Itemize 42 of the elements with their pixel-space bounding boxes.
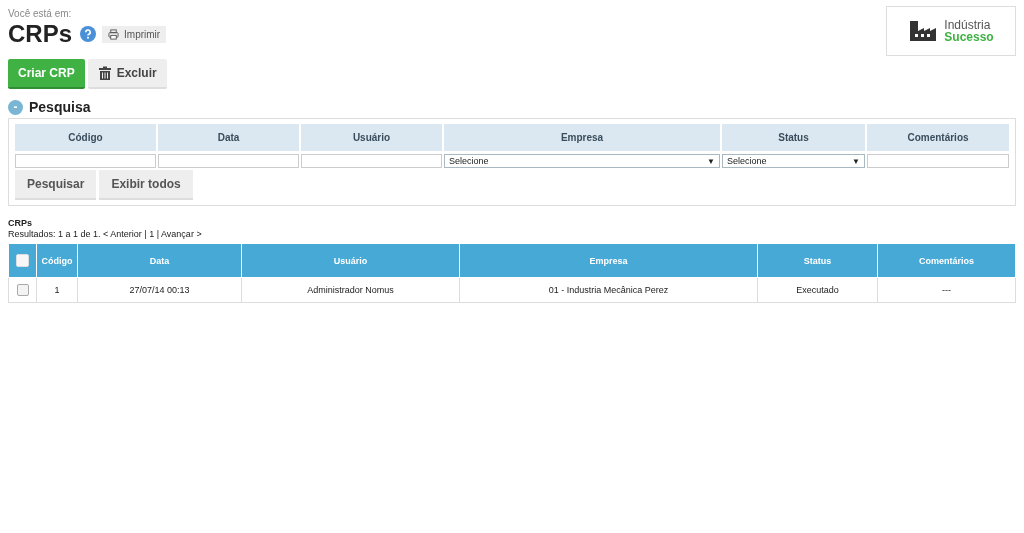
show-all-button[interactable]: Exibir todos [99, 170, 193, 200]
column-header: Código [15, 124, 156, 151]
column-header: Status [722, 124, 865, 151]
pagination-text: Resultados: 1 a 1 de 1. < Anterior | 1 | Avançar > [8, 229, 203, 239]
table-cell: --- [877, 277, 1016, 303]
column-header: Empresa [459, 244, 758, 278]
search-button[interactable]: Pesquisar [15, 170, 97, 200]
input-field[interactable] [867, 154, 1009, 168]
factory-icon [908, 19, 939, 43]
results-title: CRPs [8, 218, 33, 228]
table-cell: 01 - Industria Mecânica Perez [459, 277, 758, 303]
column-header: Comentários [867, 124, 1009, 151]
column-header: Data [158, 124, 299, 151]
logo-text: Indústria [944, 19, 992, 31]
help-icon[interactable] [80, 26, 97, 42]
column-header: Usuário [301, 124, 442, 151]
print-button[interactable]: Imprimir [102, 25, 167, 43]
printer-icon [108, 28, 120, 40]
input-field[interactable] [158, 154, 299, 168]
delete-button[interactable]: Excluir [87, 59, 167, 89]
input-field[interactable] [301, 154, 442, 168]
page-title: CRPs [8, 19, 73, 49]
checkbox[interactable] [16, 284, 29, 296]
dropdown[interactable]: Selecione ▼ [722, 154, 865, 168]
section-title: Pesquisa [29, 99, 91, 115]
column-header: Empresa [444, 124, 720, 151]
column-header: Comentários [877, 244, 1016, 278]
column-header: Código [36, 244, 78, 278]
table-cell: 27/07/14 00:13 [77, 277, 242, 303]
trash-icon [97, 66, 112, 80]
dropdown-arrow-icon: ▼ [707, 156, 715, 166]
table-cell: Administrador Nomus [241, 277, 460, 303]
column-header: Status [757, 244, 878, 278]
input-field[interactable] [15, 154, 156, 168]
table-cell: 1 [36, 277, 78, 303]
column-header: Usuário [241, 244, 460, 278]
dropdown[interactable]: Selecione ▼ [444, 154, 720, 168]
table-cell: Executado [757, 277, 878, 303]
breadcrumb: Você está em: [8, 8, 73, 19]
dropdown-arrow-icon: ▼ [852, 156, 860, 166]
logo-text: Sucesso [944, 31, 994, 43]
column-header: Data [77, 244, 242, 278]
